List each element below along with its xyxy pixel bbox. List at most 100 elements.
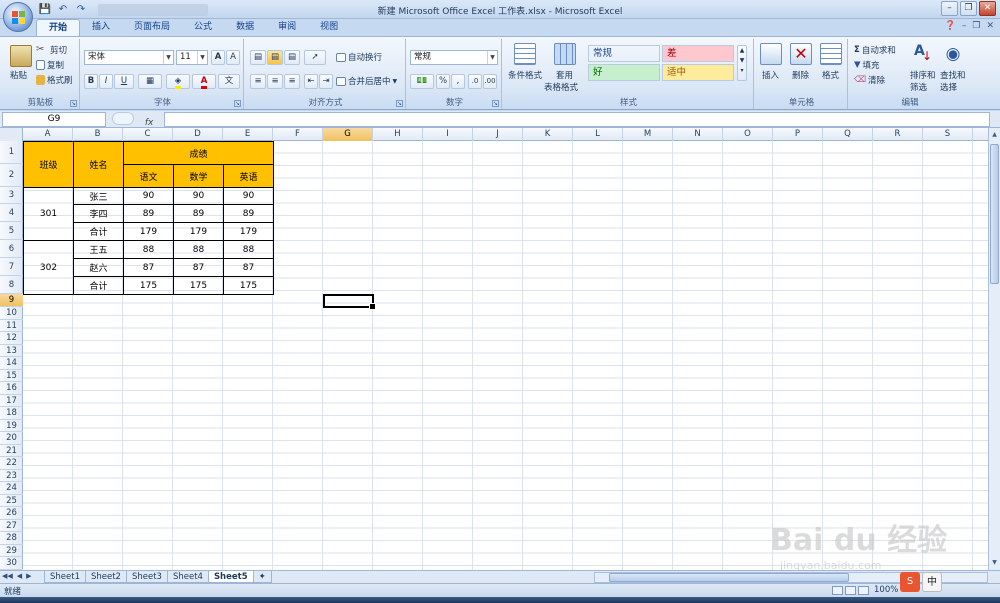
column-header[interactable]: J: [473, 128, 523, 141]
style-normal[interactable]: 常规: [588, 45, 660, 62]
row-header[interactable]: 30: [0, 557, 23, 570]
row-header[interactable]: 23: [0, 470, 23, 482]
row-header[interactable]: 17: [0, 395, 23, 407]
sort-filter-line2[interactable]: 筛选: [910, 81, 927, 93]
decrease-decimal-button[interactable]: .00: [483, 74, 497, 89]
row-header[interactable]: 24: [0, 482, 23, 495]
score-cell[interactable]: 90: [123, 187, 174, 205]
tab-formulas[interactable]: 公式: [182, 19, 224, 36]
score-cell[interactable]: 88: [223, 240, 274, 259]
score-cell[interactable]: 90: [223, 187, 274, 205]
increase-decimal-button[interactable]: .0: [468, 74, 482, 89]
format-cells-icon[interactable]: [820, 43, 842, 65]
font-launcher-icon[interactable]: ↘: [234, 100, 241, 107]
column-header[interactable]: H: [373, 128, 423, 141]
sort-filter-line1[interactable]: 排序和: [910, 69, 936, 81]
help-icon[interactable]: ❓: [945, 21, 956, 31]
bold-button[interactable]: B: [84, 74, 98, 89]
column-header[interactable]: F: [273, 128, 323, 141]
formula-input[interactable]: [164, 112, 990, 127]
ribbon-minimize-icon[interactable]: –: [962, 21, 967, 31]
tab-page-layout[interactable]: 页面布局: [122, 19, 182, 36]
increase-indent-button[interactable]: ⇥: [319, 74, 333, 89]
style-neutral[interactable]: 适中: [662, 64, 734, 81]
align-top-button[interactable]: ▤: [250, 50, 266, 65]
horizontal-scroll-thumb[interactable]: [609, 573, 849, 582]
ribbon-close-icon[interactable]: ✕: [986, 21, 994, 31]
student-name-cell[interactable]: 赵六: [73, 258, 124, 277]
prev-sheet-icon[interactable]: ◀: [17, 572, 22, 580]
row-header[interactable]: 28: [0, 532, 23, 545]
tab-home[interactable]: 开始: [36, 19, 81, 36]
autosum-button[interactable]: Σ 自动求和: [854, 44, 896, 56]
total-cell[interactable]: 179: [223, 222, 274, 241]
insert-sheet-icon[interactable]: ✦: [252, 571, 272, 583]
tab-view[interactable]: 视图: [308, 19, 350, 36]
cancel-entry-icon[interactable]: [112, 112, 134, 125]
row-header[interactable]: 20: [0, 432, 23, 445]
style-bad[interactable]: 差: [662, 45, 734, 62]
orientation-button[interactable]: ➚: [304, 50, 326, 65]
column-header[interactable]: B: [73, 128, 123, 141]
subject-header-cell[interactable]: 数学: [173, 164, 224, 188]
align-left-button[interactable]: ≡: [250, 74, 266, 89]
tab-insert[interactable]: 插入: [80, 19, 122, 36]
row-header[interactable]: 18: [0, 407, 23, 420]
currency-button[interactable]: 💵: [410, 74, 434, 89]
grow-font-button[interactable]: A: [211, 50, 225, 65]
styles-scroll[interactable]: ▲ ▼ ▾: [737, 45, 747, 81]
binoculars-icon[interactable]: ◉: [942, 43, 964, 65]
border-button[interactable]: ▦: [138, 74, 162, 89]
conditional-format-button[interactable]: 条件格式: [508, 69, 542, 81]
clipboard-launcher-icon[interactable]: ↘: [70, 100, 77, 107]
row-header[interactable]: 11: [0, 320, 23, 332]
student-name-cell[interactable]: 张三: [73, 187, 124, 205]
paste-button[interactable]: 粘贴: [10, 69, 27, 81]
class-cell[interactable]: 301: [23, 187, 74, 241]
score-cell[interactable]: 87: [123, 258, 174, 277]
format-as-table-button-line2[interactable]: 表格格式: [544, 81, 578, 93]
column-header[interactable]: I: [423, 128, 473, 141]
student-name-cell[interactable]: 王五: [73, 240, 124, 259]
style-good[interactable]: 好: [588, 64, 660, 81]
row-header[interactable]: 14: [0, 357, 23, 370]
class-cell[interactable]: 302: [23, 240, 74, 295]
percent-button[interactable]: %: [436, 74, 450, 89]
close-icon[interactable]: ✕: [979, 1, 996, 16]
page-layout-view-icon[interactable]: [845, 586, 856, 595]
row-header[interactable]: 16: [0, 382, 23, 395]
row-header[interactable]: 27: [0, 520, 23, 532]
delete-cells-icon[interactable]: ✕: [790, 43, 812, 65]
class-header-cell[interactable]: 班级: [23, 141, 74, 188]
underline-button[interactable]: U: [114, 74, 134, 89]
align-middle-button[interactable]: ▤: [267, 50, 283, 65]
shrink-font-button[interactable]: A: [226, 50, 240, 65]
column-header[interactable]: E: [223, 128, 273, 141]
sheet-tab[interactable]: Sheet3: [125, 571, 168, 583]
subject-header-cell[interactable]: 语文: [123, 164, 174, 188]
score-cell[interactable]: 90: [173, 187, 224, 205]
format-as-table-icon[interactable]: [554, 43, 576, 65]
tab-data[interactable]: 数据: [224, 19, 266, 36]
column-header[interactable]: K: [523, 128, 573, 141]
total-label-cell[interactable]: 合计: [73, 276, 124, 295]
paste-icon[interactable]: [10, 45, 32, 67]
select-all-corner[interactable]: [0, 128, 23, 141]
number-format-combo[interactable]: 常规 ▼: [410, 50, 498, 65]
first-sheet-icon[interactable]: ◀◀: [2, 572, 13, 580]
delete-button[interactable]: 删除: [792, 69, 809, 81]
row-header[interactable]: 5: [0, 222, 23, 240]
clear-button[interactable]: ⌫ 清除: [854, 74, 885, 86]
column-header[interactable]: R: [873, 128, 923, 141]
score-cell[interactable]: 89: [123, 204, 174, 223]
merge-center-button[interactable]: 合并后居中 ▼: [336, 75, 397, 87]
row-header[interactable]: 2: [0, 164, 23, 187]
wrap-text-button[interactable]: 自动换行: [336, 51, 382, 63]
zoom-level[interactable]: 100%: [874, 585, 898, 595]
fill-button[interactable]: ▼ 填充: [854, 59, 880, 71]
copy-button[interactable]: 复制: [36, 59, 64, 71]
tab-review[interactable]: 审阅: [266, 19, 308, 36]
score-cell[interactable]: 89: [223, 204, 274, 223]
align-right-button[interactable]: ≡: [284, 74, 300, 89]
worksheet[interactable]: A B C D E F G H I J K L M N O P Q R S 1 …: [0, 128, 988, 570]
